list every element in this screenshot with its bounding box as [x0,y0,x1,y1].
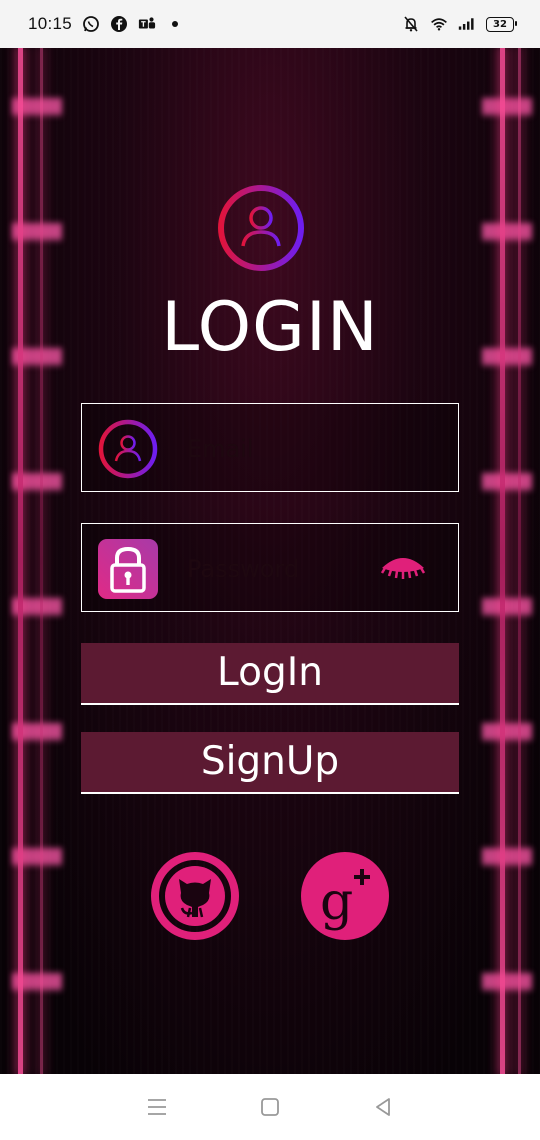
google-plus-icon: g [300,852,390,945]
closed-eye-icon[interactable] [380,554,426,586]
password-field[interactable] [81,523,459,612]
navigation-bar [0,1074,540,1140]
back-triangle-icon[interactable] [363,1087,403,1127]
left-light-strip [12,48,62,1074]
login-button[interactable]: LogIn [81,643,459,705]
svg-text:g: g [320,872,353,932]
home-square-icon[interactable] [250,1087,290,1127]
battery-icon: 32 [486,16,517,32]
menu-icon[interactable] [137,1087,177,1127]
google-login-button[interactable]: g [300,851,390,941]
page-title: LOGIN [161,288,379,367]
status-left: 10:15 [28,14,184,34]
user-avatar-icon [215,182,307,274]
signal-icon [458,15,476,33]
dot-icon [166,15,184,33]
status-time: 10:15 [28,14,73,33]
facebook-icon [110,15,128,33]
wifi-icon [430,15,448,33]
right-light-strip [482,48,532,1074]
user-icon [97,418,159,480]
whatsapp-icon [82,15,100,33]
github-icon [150,852,240,945]
email-input[interactable] [187,426,377,472]
password-input[interactable] [187,546,377,592]
email-field[interactable] [81,403,459,492]
github-login-button[interactable] [150,851,240,941]
teams-icon [138,15,156,33]
status-bar: 10:15 32 [0,0,540,48]
signup-button[interactable]: SignUp [81,732,459,794]
status-right: 32 [402,15,517,33]
lock-icon [97,538,159,600]
login-screen: LOGIN Email LogIn SignUp g [0,48,540,1074]
mute-bell-icon [402,15,420,33]
